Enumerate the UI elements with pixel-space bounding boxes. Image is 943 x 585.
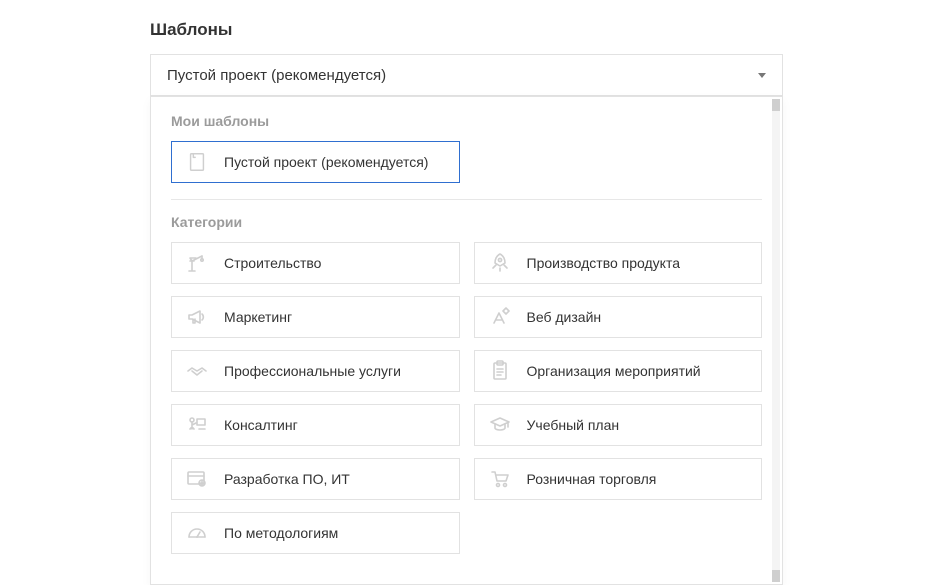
template-dropdown: Мои шаблоны Пустой проект (рекомендуется…: [150, 96, 783, 585]
category-software[interactable]: Разработка ПО, ИТ: [171, 458, 460, 500]
shopping-cart-icon: [487, 466, 513, 492]
software-window-icon: [184, 466, 210, 492]
scrollbar-thumb-top[interactable]: [772, 99, 780, 111]
categories-label: Категории: [171, 214, 762, 230]
category-construction[interactable]: Строительство: [171, 242, 460, 284]
divider: [171, 199, 762, 200]
category-professional[interactable]: Профессиональные услуги: [171, 350, 460, 392]
category-retail[interactable]: Розничная торговля: [474, 458, 763, 500]
scrollbar[interactable]: [772, 99, 780, 582]
category-consulting-label: Консалтинг: [224, 417, 298, 433]
category-product[interactable]: Производство продукта: [474, 242, 763, 284]
category-webdesign-label: Веб дизайн: [527, 309, 602, 325]
category-methodology-label: По методологиям: [224, 525, 338, 541]
category-software-label: Разработка ПО, ИТ: [224, 471, 350, 487]
category-professional-label: Профессиональные услуги: [224, 363, 401, 379]
megaphone-icon: [184, 304, 210, 330]
template-select-button[interactable]: Пустой проект (рекомендуется): [150, 54, 783, 96]
category-consulting[interactable]: Консалтинг: [171, 404, 460, 446]
category-product-label: Производство продукта: [527, 255, 681, 271]
rocket-icon: [487, 250, 513, 276]
my-templates-label: Мои шаблоны: [171, 113, 762, 129]
graduation-cap-icon: [487, 412, 513, 438]
handshake-icon: [184, 358, 210, 384]
category-events-label: Организация мероприятий: [527, 363, 701, 379]
scrollbar-thumb-bottom[interactable]: [772, 570, 780, 582]
design-tools-icon: [487, 304, 513, 330]
chevron-down-icon: [758, 73, 766, 78]
blank-page-icon: [184, 149, 210, 175]
category-events[interactable]: Организация мероприятий: [474, 350, 763, 392]
clipboard-icon: [487, 358, 513, 384]
category-webdesign[interactable]: Веб дизайн: [474, 296, 763, 338]
page-title: Шаблоны: [150, 20, 783, 40]
gauge-icon: [184, 520, 210, 546]
presentation-icon: [184, 412, 210, 438]
category-marketing-label: Маркетинг: [224, 309, 292, 325]
category-marketing[interactable]: Маркетинг: [171, 296, 460, 338]
template-select: Пустой проект (рекомендуется) Мои шаблон…: [150, 54, 783, 96]
category-curriculum-label: Учебный план: [527, 417, 620, 433]
category-retail-label: Розничная торговля: [527, 471, 657, 487]
template-blank-label: Пустой проект (рекомендуется): [224, 154, 428, 170]
category-curriculum[interactable]: Учебный план: [474, 404, 763, 446]
category-methodology[interactable]: По методологиям: [171, 512, 460, 554]
crane-icon: [184, 250, 210, 276]
category-construction-label: Строительство: [224, 255, 321, 271]
template-select-value: Пустой проект (рекомендуется): [167, 67, 386, 84]
template-blank[interactable]: Пустой проект (рекомендуется): [171, 141, 460, 183]
